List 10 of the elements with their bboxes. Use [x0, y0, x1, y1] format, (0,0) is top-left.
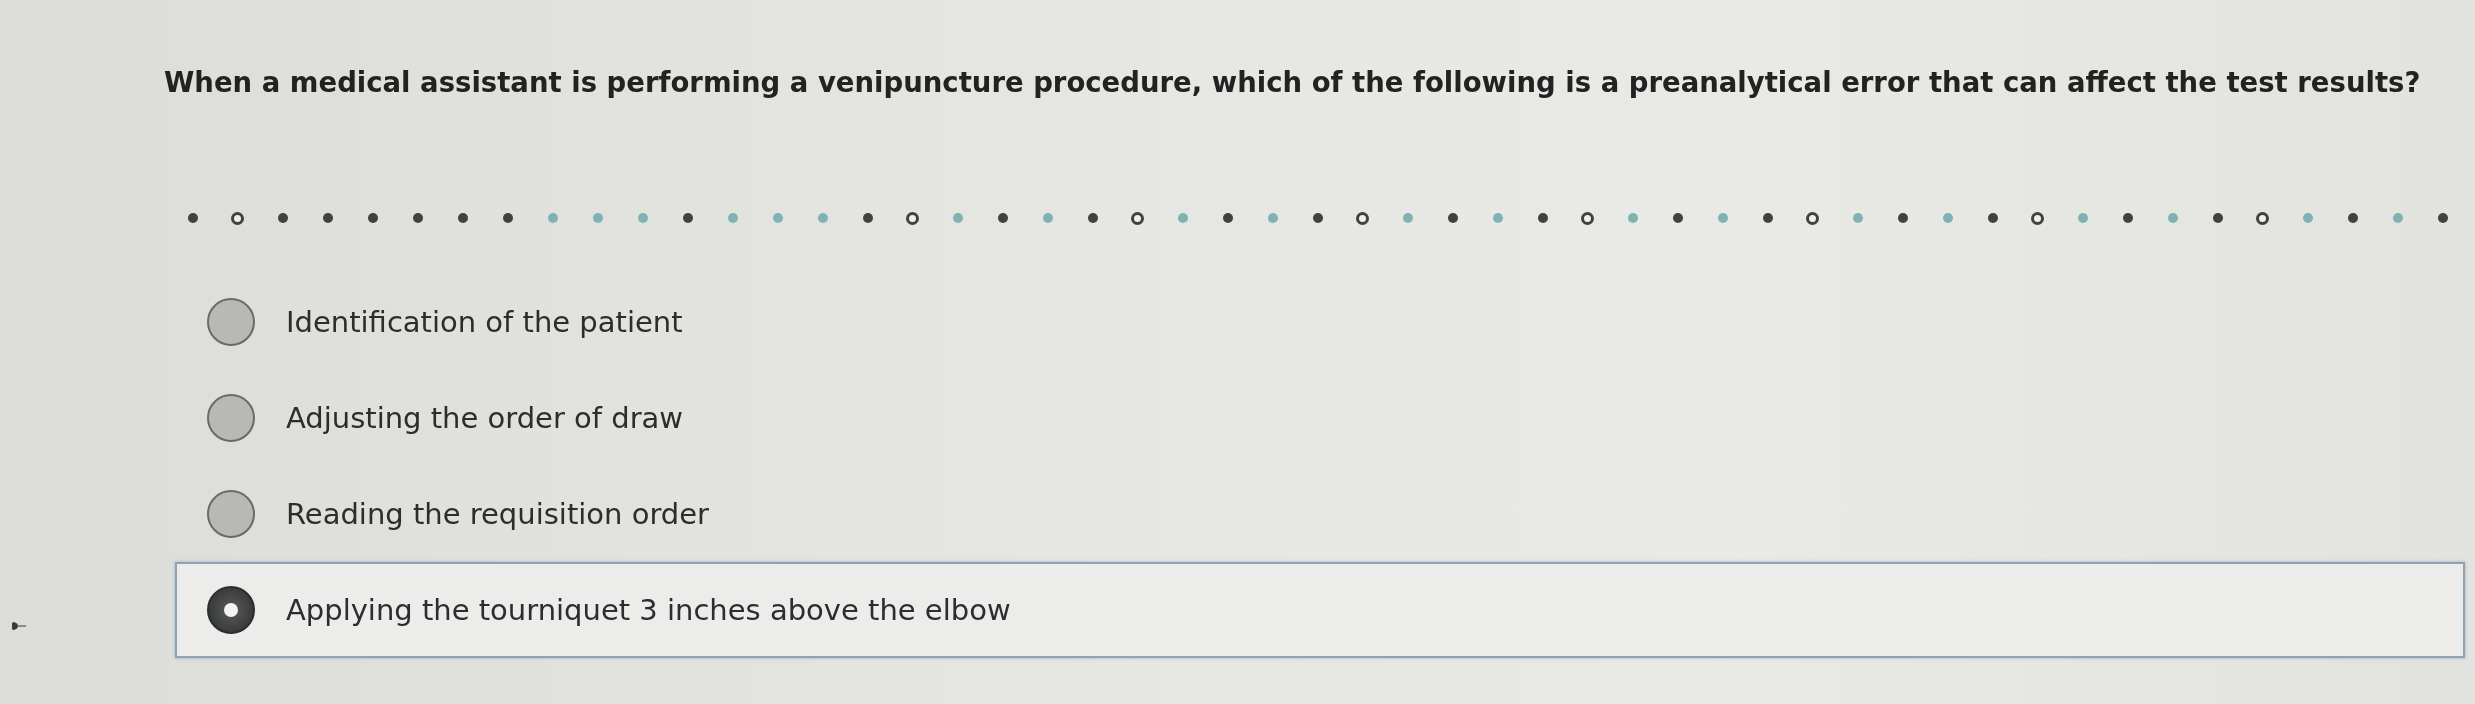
option-label[interactable]: Identification of the patient [286, 304, 683, 340]
question-text: When a medical assistant is performing a venipuncture procedure, which of the following is a preanalytical error that can affect the test results? [164, 65, 2421, 100]
radio-button[interactable] [207, 394, 255, 442]
option-label[interactable]: Applying the tourniquet 3 inches above the elbow [286, 592, 1011, 628]
option-label[interactable]: Reading the requisition order [286, 496, 709, 532]
option-label[interactable]: Adjusting the order of draw [286, 400, 684, 436]
radio-button[interactable] [207, 586, 255, 634]
radio-button[interactable] [207, 298, 255, 346]
radio-button[interactable] [207, 490, 255, 538]
mark-icon [12, 622, 26, 630]
